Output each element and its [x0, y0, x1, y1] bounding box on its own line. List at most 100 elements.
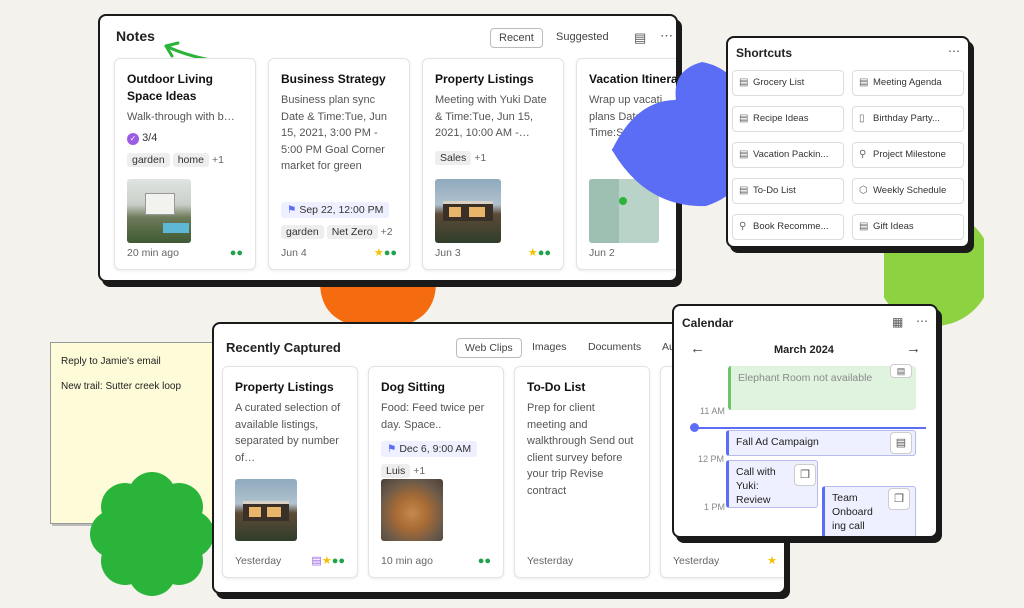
- reminder-badge[interactable]: ⚑ Sep 22, 12:00 PM: [281, 202, 390, 218]
- recent-title: Recently Captured: [226, 340, 341, 355]
- shortcuts-title: Shortcuts: [736, 46, 793, 60]
- shortcut-vacation-packing[interactable]: ▤ Vacation Packin...: [732, 142, 844, 168]
- note-icon: ▤: [859, 221, 869, 232]
- current-time-dot: [690, 423, 699, 432]
- sticky-line: New trail: Sutter creek loop: [61, 381, 182, 392]
- capture-snippet: Prep for client meeting and walkthrough …: [527, 402, 634, 497]
- note-card[interactable]: Outdoor Living Space Ideas Walk-through …: [114, 58, 256, 270]
- current-time-line: [694, 427, 926, 429]
- note-timestamp: 20 min ago: [127, 247, 179, 259]
- star-icon: ▤★●●: [311, 555, 345, 567]
- house-image: [435, 179, 501, 243]
- tag[interactable]: Net Zero: [326, 225, 378, 239]
- shortcuts-panel: Shortcuts ⋯ ▤ Grocery List ▤ Meeting Agend…: [726, 36, 970, 248]
- note-title: Business Strategy: [281, 72, 386, 86]
- notes-panel: Notes Recent Suggested ▤ ⋯ Outdoor Livin…: [98, 14, 678, 282]
- shortcut-to-do-list[interactable]: ▤ To-Do List: [732, 178, 844, 204]
- time-label: 12 PM: [698, 454, 725, 464]
- more-icon[interactable]: ⋯: [948, 44, 960, 58]
- event-note-button[interactable]: ▤: [890, 432, 912, 454]
- sticky-line: Reply to Jamie's email: [61, 356, 161, 367]
- shortcut-meeting-agenda[interactable]: ▤ Meeting Agenda: [852, 70, 964, 96]
- shortcut-gift-ideas[interactable]: ▤ Gift Ideas: [852, 214, 964, 240]
- new-note-icon[interactable]: ▤: [634, 30, 646, 46]
- bell-icon: ⚑: [287, 204, 297, 216]
- prev-month-button[interactable]: ←: [690, 340, 705, 357]
- note-timestamp: Jun 2: [589, 247, 615, 259]
- tag[interactable]: garden: [127, 152, 170, 167]
- tab-suggested[interactable]: Suggested: [548, 28, 617, 46]
- shortcut-book-recommendations[interactable]: ⚲ Book Recomme...: [732, 214, 844, 240]
- shortcut-recipe-ideas[interactable]: ▤ Recipe Ideas: [732, 106, 844, 132]
- shortcut-project-milestone[interactable]: ⚲ Project Milestone: [852, 142, 964, 168]
- more-icon[interactable]: ⋯: [660, 28, 673, 44]
- shortcut-weekly-schedule[interactable]: ⬡ Weekly Schedule: [852, 178, 964, 204]
- capture-timestamp: Yesterday: [235, 555, 282, 567]
- star-icon: ★●●: [527, 247, 551, 259]
- event-copy-button[interactable]: ❐: [794, 464, 816, 486]
- note-title: Property Listings: [435, 72, 534, 86]
- capture-title: Property Listings: [235, 380, 334, 394]
- capture-timestamp: Yesterday: [673, 555, 720, 567]
- event-title: Elephant Room not available: [738, 372, 873, 384]
- reminder-time: Sep 22, 12:00 PM: [299, 204, 384, 216]
- more-tags: +2: [380, 226, 393, 238]
- calendar-event[interactable]: Fall Ad Campaign: [726, 430, 916, 456]
- note-snippet: Business plan sync Date & Time:Tue, Jun …: [281, 94, 387, 172]
- patio-image: [127, 179, 191, 243]
- cube-icon: ⬡: [859, 185, 868, 196]
- tag[interactable]: garden: [281, 225, 324, 239]
- capture-snippet: A curated selection of available listing…: [235, 402, 341, 464]
- calendar-icon[interactable]: ▦: [892, 315, 903, 329]
- event-copy-button[interactable]: ❐: [888, 488, 910, 510]
- note-timestamp: Jun 3: [435, 247, 461, 259]
- house-image: [235, 479, 297, 541]
- tag[interactable]: home: [172, 152, 209, 167]
- calendar-event[interactable]: Elephant Room not available: [728, 366, 916, 410]
- reminder-badge[interactable]: ⚑ Dec 6, 9:00 AM: [381, 441, 478, 457]
- search-icon: ⚲: [859, 149, 867, 160]
- capture-card[interactable]: Property Listings A curated selection of…: [222, 366, 358, 578]
- note-snippet: Meeting with Yuki Date & Time:Tue, Jun 1…: [435, 94, 547, 139]
- tag[interactable]: Sales: [435, 151, 472, 165]
- note-icon: ▤: [739, 77, 749, 88]
- capture-card[interactable]: To-Do List Prep for client meeting and w…: [514, 366, 650, 578]
- more-tags: +1: [474, 152, 487, 164]
- search-icon: ⚲: [739, 221, 747, 232]
- capture-title: Dog Sitting: [381, 380, 445, 394]
- more-tags: +1: [413, 465, 426, 477]
- tab-web-clips[interactable]: Web Clips: [456, 338, 522, 358]
- tab-documents[interactable]: Documents: [580, 338, 649, 356]
- bell-icon: ⚑: [387, 443, 397, 455]
- next-month-button[interactable]: →: [906, 340, 921, 357]
- capture-card[interactable]: Dog Sitting Food: Feed twice per day. Sp…: [368, 366, 504, 578]
- green-flower-shape: [90, 472, 214, 596]
- capture-timestamp: Yesterday: [527, 555, 574, 567]
- month-label: March 2024: [774, 344, 834, 356]
- time-label: 1 PM: [704, 502, 726, 512]
- shared-icon: ●●: [229, 247, 243, 259]
- note-card[interactable]: Business Strategy Business plan sync Dat…: [268, 58, 410, 270]
- event-title: Call with Yuki: Review: [736, 466, 776, 506]
- capture-title: To-Do List: [527, 380, 586, 394]
- event-title: Fall Ad Campaign: [736, 436, 819, 448]
- check-icon: ✓: [127, 132, 139, 145]
- tab-recent[interactable]: Recent: [490, 28, 543, 48]
- dog-image: [381, 479, 443, 541]
- more-icon[interactable]: ⋯: [916, 314, 928, 328]
- note-timestamp: Jun 4: [281, 247, 307, 259]
- tab-images[interactable]: Images: [524, 338, 574, 356]
- star-icon: ★: [767, 555, 777, 567]
- notes-title: Notes: [116, 28, 155, 44]
- tag[interactable]: Luis: [381, 464, 411, 478]
- capture-snippet: Food: Feed twice per day. Space..: [381, 402, 485, 431]
- time-label: 11 AM: [700, 406, 725, 416]
- event-note-button[interactable]: ▤: [890, 364, 912, 378]
- shortcut-grocery-list[interactable]: ▤ Grocery List: [732, 70, 844, 96]
- capture-timestamp: 10 min ago: [381, 555, 433, 567]
- note-icon: ▤: [739, 185, 749, 196]
- note-icon: ▤: [739, 113, 749, 124]
- shortcut-birthday-party[interactable]: ▯ Birthday Party...: [852, 106, 964, 132]
- note-card[interactable]: Property Listings Meeting with Yuki Date…: [422, 58, 564, 270]
- task-progress: 3/4: [142, 131, 158, 144]
